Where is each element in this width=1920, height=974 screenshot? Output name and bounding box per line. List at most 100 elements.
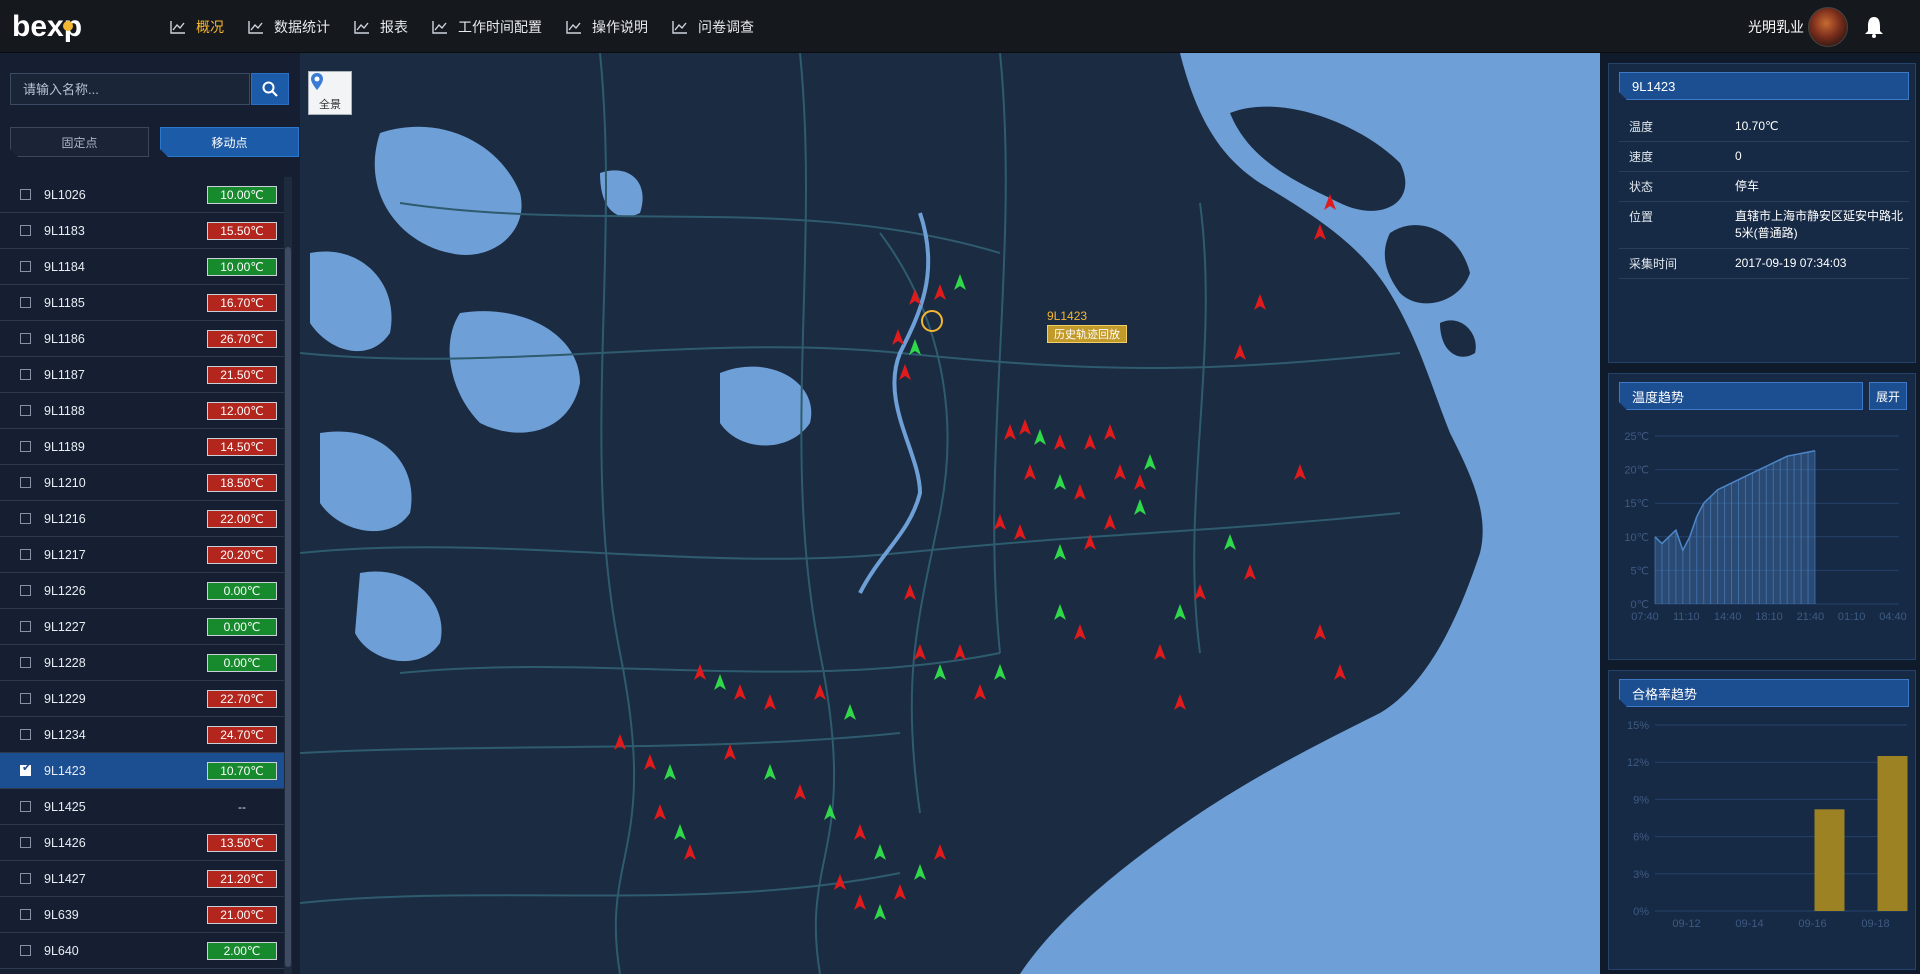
x-tick-label: 18:10 (1755, 611, 1783, 623)
chart-line-icon (432, 20, 447, 34)
y-tick-label: 0% (1633, 906, 1649, 918)
nav-label: 问卷调查 (698, 18, 754, 35)
nav-item-5[interactable]: 问卷调查 (670, 0, 776, 53)
vehicle-row[interactable]: 9L1187 21.50℃ (0, 357, 284, 393)
vehicle-list-scrollbar[interactable] (284, 177, 292, 974)
vehicle-checkbox[interactable]: ✔ (20, 762, 32, 776)
vehicle-row[interactable]: 9L1210 18.50℃ (0, 465, 284, 501)
vehicle-checkbox[interactable] (20, 477, 31, 488)
vehicle-checkbox[interactable] (20, 693, 31, 704)
info-value: 直辖市上海市静安区延安中路北5米(普通路) (1735, 209, 1904, 240)
vehicle-checkbox[interactable] (20, 333, 31, 344)
nav-item-4[interactable]: 操作说明 (564, 0, 670, 53)
vehicle-row[interactable]: 9L1183 15.50℃ (0, 213, 284, 249)
vehicle-row[interactable]: 9L1186 26.70℃ (0, 321, 284, 357)
vehicle-checkbox[interactable] (20, 261, 31, 272)
chart-line-icon (170, 20, 185, 34)
vehicle-checkbox[interactable] (20, 189, 31, 200)
chart-line-icon (566, 20, 581, 34)
nav-item-2[interactable]: 报表 (352, 0, 430, 53)
vehicle-row[interactable]: 9L1227 0.00℃ (0, 609, 284, 645)
vehicle-row[interactable]: 9L1216 22.00℃ (0, 501, 284, 537)
brand-logo[interactable]: bexp (10, 6, 100, 46)
vehicle-checkbox[interactable] (20, 801, 31, 812)
map-view[interactable]: 全景 9L1423 历史轨迹回放 (300, 53, 1600, 974)
vehicle-row[interactable]: 9L1184 10.00℃ (0, 249, 284, 285)
info-key: 温度 (1629, 120, 1654, 134)
avatar-icon[interactable] (1808, 7, 1848, 47)
user-name[interactable]: 光明乳业 (1748, 0, 1804, 53)
vehicle-row[interactable]: 9L1426 13.50℃ (0, 825, 284, 861)
vehicle-checkbox[interactable] (20, 873, 31, 884)
nav-item-0[interactable]: 概况 (168, 0, 246, 53)
bell-icon[interactable] (1864, 16, 1884, 38)
vehicle-row[interactable]: 9L1185 16.70℃ (0, 285, 284, 321)
vehicle-checkbox[interactable] (20, 909, 31, 920)
vehicle-checkbox[interactable] (20, 297, 31, 308)
vehicle-temp-badge: -- (238, 799, 246, 814)
info-value: 停车 (1735, 179, 1760, 193)
vehicle-code: 9L1188 (44, 403, 85, 418)
qualified-rate-chart: 0% 3% 6% 9% 12% 15% 09-12 09-14 09-16 09-18 (1627, 720, 1908, 930)
vehicle-checkbox[interactable] (20, 621, 31, 632)
map-canvas[interactable] (300, 53, 1600, 974)
vehicle-temp-badge: 18.50℃ (207, 473, 277, 492)
y-tick-label: 10℃ (1624, 532, 1649, 544)
vehicle-checkbox[interactable] (20, 441, 31, 452)
x-tick-label: 21:40 (1797, 611, 1825, 623)
y-tick-label: 0℃ (1631, 599, 1649, 611)
fullview-button[interactable]: 全景 (308, 71, 352, 115)
nav-item-1[interactable]: 数据统计 (246, 0, 352, 53)
vehicle-checkbox[interactable] (20, 405, 31, 416)
vehicle-temp-badge: 21.20℃ (207, 869, 277, 888)
vehicle-row[interactable]: 9L1425 -- (0, 789, 284, 825)
vehicle-temp-badge: 21.50℃ (207, 365, 277, 384)
x-tick-label: 09-12 (1672, 918, 1700, 930)
vehicle-row[interactable]: ✔ 9L1423 10.70℃ (0, 753, 284, 789)
check-icon: ✔ (22, 762, 32, 774)
temp-trend-title: 温度趋势 (1619, 382, 1863, 410)
vehicle-list: 9L1026 10.00℃ 9L1183 15.50℃ 9L1184 10.00℃ 9L11… (0, 177, 284, 974)
vehicle-checkbox[interactable] (20, 657, 31, 668)
scrollbar-thumb[interactable] (285, 247, 291, 967)
vehicle-checkbox[interactable] (20, 945, 31, 956)
vehicle-checkbox[interactable] (20, 225, 31, 236)
vehicle-checkbox[interactable] (20, 729, 31, 740)
y-tick-label: 9% (1633, 794, 1649, 806)
vehicle-row[interactable]: 9L639 21.00℃ (0, 897, 284, 933)
vehicle-info-panel: 9L1423 温度 10.70℃ 速度 0 状态 停车 位置 直辖市上海市静安区延安中路北5米… (1608, 63, 1916, 363)
x-tick-label: 09-14 (1735, 918, 1763, 930)
vehicle-row[interactable]: 9L640 2.00℃ (0, 933, 284, 969)
vehicle-checkbox[interactable] (20, 369, 31, 380)
vehicle-code: 9L1183 (44, 223, 85, 238)
search-input[interactable] (10, 73, 250, 105)
right-panels: 9L1423 温度 10.70℃ 速度 0 状态 停车 位置 直辖市上海市静安区延安中路北5米… (1600, 53, 1920, 974)
info-row: 速度 0 (1619, 142, 1909, 172)
tab-moving-points[interactable]: 移动点 (160, 127, 299, 157)
vehicle-temp-badge: 0.00℃ (207, 653, 277, 672)
vehicle-row[interactable]: 9L1188 12.00℃ (0, 393, 284, 429)
y-tick-label: 15℃ (1624, 498, 1649, 510)
nav-item-3[interactable]: 工作时间配置 (430, 0, 564, 53)
vehicle-code: 9L1217 (44, 547, 86, 562)
x-tick-label: 14:40 (1714, 611, 1742, 623)
vehicle-row[interactable]: 9L1026 10.00℃ (0, 177, 284, 213)
vehicle-row[interactable]: 9L1189 14.50℃ (0, 429, 284, 465)
vehicle-row[interactable]: 9L1226 0.00℃ (0, 573, 284, 609)
vehicle-row[interactable]: 9L1234 24.70℃ (0, 717, 284, 753)
vehicle-checkbox[interactable] (20, 513, 31, 524)
vehicle-checkbox[interactable] (20, 549, 31, 560)
vehicle-info-title: 9L1423 (1619, 72, 1909, 100)
history-replay-button[interactable]: 历史轨迹回放 (1047, 325, 1127, 343)
y-tick-label: 6% (1633, 832, 1649, 844)
tab-fixed-points[interactable]: 固定点 (10, 127, 149, 157)
vehicle-checkbox[interactable] (20, 837, 31, 848)
vehicle-checkbox[interactable] (20, 585, 31, 596)
vehicle-row[interactable]: 9L1217 20.20℃ (0, 537, 284, 573)
vehicle-row[interactable]: 9L1427 21.20℃ (0, 861, 284, 897)
vehicle-row[interactable]: 9L1228 0.00℃ (0, 645, 284, 681)
vehicle-row[interactable]: 9L1229 22.70℃ (0, 681, 284, 717)
chart-line-icon (672, 20, 687, 34)
expand-button[interactable]: 展开 (1869, 382, 1907, 410)
search-button[interactable] (251, 73, 289, 105)
